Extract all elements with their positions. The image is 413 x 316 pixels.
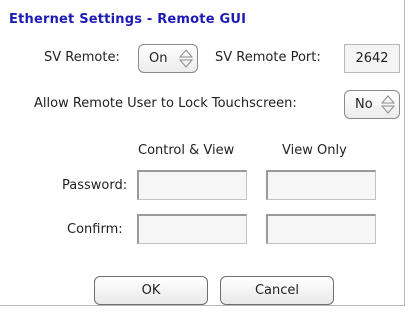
lock-touchscreen-label: Allow Remote User to Lock Touchscreen:: [34, 96, 297, 111]
up-down-arrows-icon: [380, 95, 396, 114]
password-label: Password:: [62, 178, 128, 193]
confirm-label: Confirm:: [67, 222, 123, 237]
lock-touchscreen-spinner[interactable]: No: [344, 90, 400, 119]
ok-button[interactable]: OK: [94, 276, 208, 305]
column-header-control-view: Control & View: [138, 143, 235, 158]
cancel-button[interactable]: Cancel: [220, 276, 334, 305]
column-header-view-only: View Only: [282, 143, 347, 158]
dialog-title: Ethernet Settings - Remote GUI: [9, 12, 247, 27]
password-view-only-field[interactable]: [266, 170, 376, 200]
confirm-view-only-field[interactable]: [266, 214, 376, 244]
sv-remote-value: On: [149, 51, 168, 66]
password-control-view-field[interactable]: [137, 170, 247, 200]
sv-remote-spinner[interactable]: On: [138, 44, 198, 73]
sv-remote-port-label: SV Remote Port:: [215, 50, 321, 65]
lock-touchscreen-value: No: [355, 97, 373, 112]
confirm-control-view-field[interactable]: [137, 214, 247, 244]
sv-remote-port-input[interactable]: 2642: [344, 44, 400, 73]
sv-remote-label: SV Remote:: [44, 50, 120, 65]
up-down-arrows-icon: [178, 49, 194, 68]
